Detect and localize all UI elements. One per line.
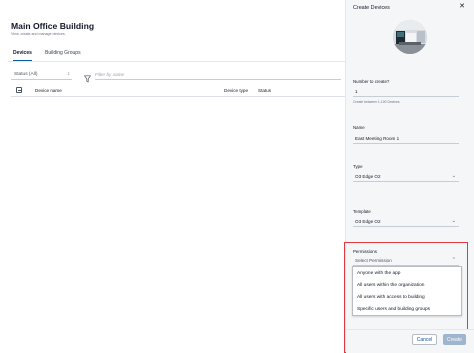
device-image bbox=[393, 20, 427, 54]
filter-name-input[interactable]: Filter by name bbox=[95, 69, 341, 80]
select-all-checkbox[interactable] bbox=[16, 87, 22, 93]
drawer-title: Create Devices bbox=[353, 5, 390, 11]
page-title: Main Office Building bbox=[11, 21, 95, 31]
chevron-down-icon: ⌄ bbox=[451, 172, 456, 179]
template-label: Template bbox=[353, 209, 371, 214]
type-label: Type bbox=[353, 164, 363, 169]
main-panel: Main Office Building View, create and ma… bbox=[0, 0, 346, 353]
status-filter-value: Status (All) bbox=[14, 71, 38, 77]
column-status[interactable]: Status bbox=[258, 88, 271, 93]
drawer-footer: Cancel Create bbox=[346, 329, 474, 353]
name-label: Name bbox=[353, 125, 365, 130]
name-input[interactable]: East Meeting Room 1 bbox=[353, 133, 459, 144]
create-button[interactable]: Create bbox=[443, 334, 466, 345]
tab-building-groups[interactable]: Building Groups bbox=[45, 50, 81, 60]
number-value: 1 bbox=[355, 88, 358, 94]
name-value: East Meeting Room 1 bbox=[355, 135, 400, 141]
close-icon[interactable]: ✕ bbox=[457, 2, 467, 12]
chevron-updown-icon: ↕ bbox=[67, 70, 71, 77]
type-value: O3 Edge O2 bbox=[355, 173, 381, 179]
cancel-button[interactable]: Cancel bbox=[412, 334, 437, 345]
column-device-type[interactable]: Device type bbox=[224, 88, 248, 93]
type-select[interactable]: O3 Edge O2 ⌄ bbox=[353, 171, 459, 182]
number-label: Number to create? bbox=[353, 79, 390, 84]
template-select[interactable]: O3 Edge O2 ⌄ bbox=[353, 216, 459, 227]
number-input[interactable]: 1 bbox=[353, 86, 459, 97]
number-help-text: Create between 1-100 Devices bbox=[353, 100, 400, 104]
chevron-down-icon: ⌄ bbox=[451, 217, 456, 224]
table-header: Device name Device type Status bbox=[11, 84, 346, 97]
tab-devices[interactable]: Devices bbox=[13, 50, 32, 61]
filter-icon[interactable] bbox=[84, 70, 91, 83]
status-filter-select[interactable]: Status (All) ↕ bbox=[11, 69, 72, 80]
template-value: O3 Edge O2 bbox=[355, 218, 381, 224]
column-device-name[interactable]: Device name bbox=[35, 88, 62, 93]
page-subtitle: View, create and manage devices. bbox=[11, 32, 66, 36]
tab-bar: Devices Building Groups bbox=[8, 48, 346, 62]
